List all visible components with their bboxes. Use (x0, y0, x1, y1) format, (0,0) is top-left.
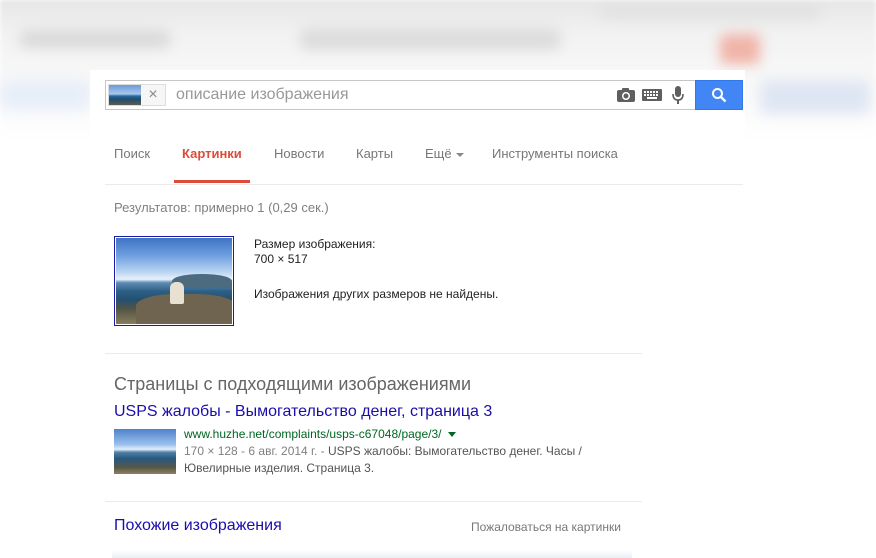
report-images-link[interactable]: Пожаловаться на картинки (471, 520, 621, 534)
result-snippet: 170 × 128 - 6 авг. 2014 г. - USPS жалобы… (184, 443, 634, 477)
blurred-shape (760, 80, 870, 114)
tab-search-tools[interactable]: Инструменты поиска (492, 146, 618, 184)
search-input[interactable] (166, 86, 613, 104)
blurred-shape (720, 34, 760, 64)
image-size-label: Размер изображения: (254, 237, 376, 251)
photo-person (170, 282, 184, 304)
result-title-link[interactable]: USPS жалобы - Вымогательство денег, стра… (114, 403, 492, 421)
camera-icon[interactable] (613, 81, 639, 109)
divider (105, 353, 642, 354)
chevron-down-icon (455, 152, 464, 157)
search-bar: × (105, 80, 743, 110)
search-tabs: Поиск Картинки Новости Карты Ещё Инструм… (105, 130, 743, 185)
search-box: × (105, 80, 695, 110)
photo-rock (136, 294, 232, 324)
bottom-blur (112, 550, 632, 558)
image-size-value: 700 × 517 (254, 252, 308, 266)
blurred-shape (300, 28, 560, 50)
active-tab-indicator (174, 180, 250, 183)
image-info: Размер изображения: 700 × 517 Изображени… (254, 237, 498, 302)
result-url[interactable]: www.huzhe.net/complaints/usps-c67048/pag… (184, 427, 456, 441)
tab-search[interactable]: Поиск (114, 146, 150, 184)
result-url-text: www.huzhe.net/complaints/usps-c67048/pag… (184, 427, 442, 441)
tab-images[interactable]: Картинки (182, 146, 242, 184)
result-stats: Результатов: примерно 1 (0,29 сек.) (114, 200, 329, 215)
tab-news[interactable]: Новости (274, 146, 324, 184)
matching-pages-title: Страницы с подходящими изображениями (114, 374, 472, 394)
result-meta: 170 × 128 - 6 авг. 2014 г. - (184, 444, 325, 458)
blurred-shape (20, 30, 170, 48)
similar-images-link[interactable]: Похожие изображения (114, 517, 282, 535)
keyboard-icon[interactable] (639, 81, 665, 109)
divider (105, 501, 642, 502)
query-photo (116, 238, 232, 324)
microphone-icon[interactable] (665, 81, 691, 109)
tab-maps[interactable]: Карты (356, 146, 393, 184)
tab-more[interactable]: Ещё (425, 146, 464, 184)
result-thumbnail[interactable] (114, 429, 176, 474)
search-button[interactable] (695, 80, 743, 110)
no-other-sizes: Изображения других размеров не найдены. (254, 287, 499, 301)
caret-down-icon[interactable] (447, 432, 456, 438)
tab-more-label: Ещё (425, 146, 452, 161)
query-image[interactable] (114, 236, 234, 326)
query-image-chip[interactable]: × (108, 84, 166, 106)
blurred-shape (0, 80, 90, 110)
magnifier-icon (712, 88, 727, 103)
blurred-shape (600, 6, 820, 18)
close-icon[interactable]: × (141, 85, 165, 105)
query-image-thumbnail (109, 85, 141, 105)
